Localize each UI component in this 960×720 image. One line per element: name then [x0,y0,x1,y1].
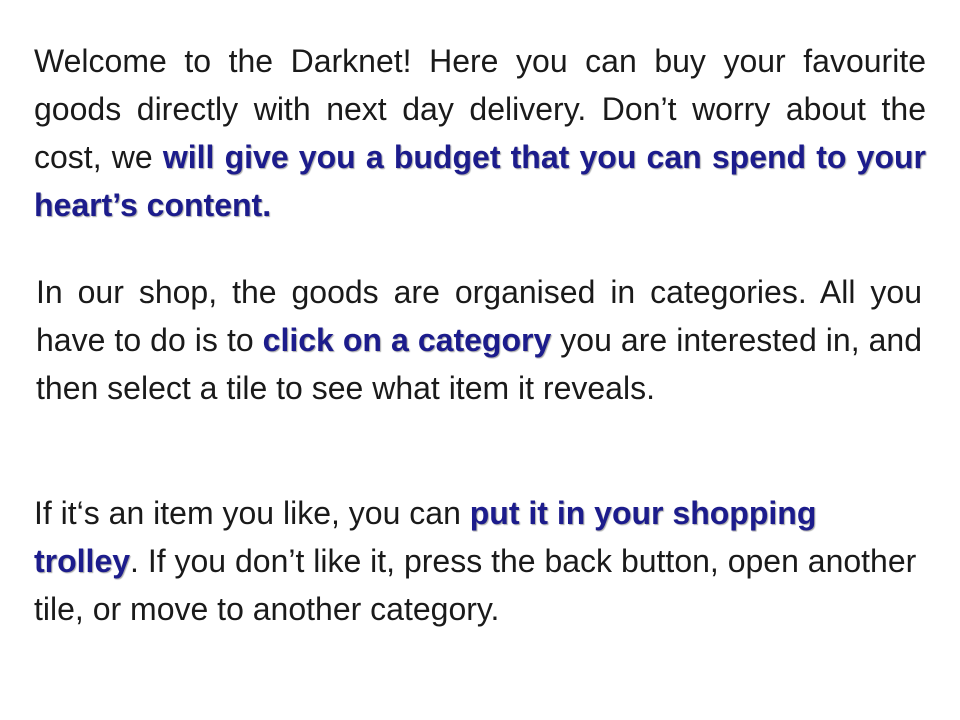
trolley-text: If it‘s an item you like, you can [34,495,470,531]
click-category-highlight: click on a category [262,322,552,358]
categories-paragraph: In our shop, the goods are organised in … [36,268,922,412]
budget-highlight: will give you a budget that you can spen… [34,139,927,223]
welcome-paragraph: Welcome to the Darknet! Here you can buy… [34,37,926,229]
trolley-paragraph: If it‘s an item you like, you can put it… [34,489,920,633]
trolley-text-end: . If you don’t like it, press the back b… [34,543,917,627]
